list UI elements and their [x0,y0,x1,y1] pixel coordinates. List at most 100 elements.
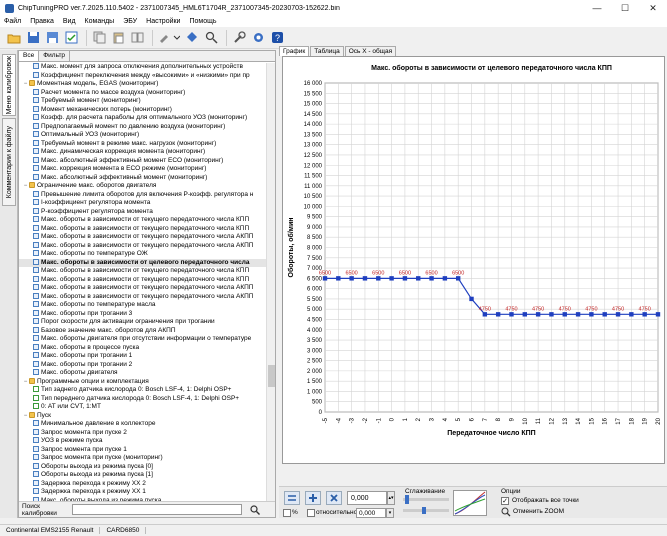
relative-spinner[interactable]: ▾ [386,508,394,518]
tree-item[interactable]: Требуемый момент в режиме макс. нагрузок… [19,140,267,149]
smoothing-slider[interactable] [403,498,449,501]
tree-item[interactable]: Макс. обороты при трогании 1 [19,352,267,361]
tree-item[interactable]: Макс. обороты двигателя [19,369,267,378]
menu-file[interactable]: Файл [4,18,21,25]
tree-item[interactable]: P-коэффициент регулятора момента [19,208,267,217]
tab-table[interactable]: Таблица [310,46,344,56]
gear-icon[interactable] [250,30,266,46]
copy-icon[interactable] [91,30,107,46]
vtab-file-comments[interactable]: Комментарии к файлу [2,118,16,206]
tree-item[interactable]: Макс. обороты в зависимости от текущего … [19,267,267,276]
smoothing-slider-handle[interactable] [405,495,409,504]
tree-item[interactable]: Макс. обороты в зависимости от текущего … [19,225,267,234]
menu-settings[interactable]: Настройки [146,18,180,25]
menu-edit[interactable]: Правка [30,18,54,25]
tree-item[interactable]: Задержка перехода к режиму ХХ 1 [19,488,267,497]
paste-icon[interactable] [110,30,126,46]
search-input[interactable] [72,504,242,515]
tree-item[interactable]: Макс. обороты в зависимости от целевого … [19,258,267,267]
tree-item[interactable]: Оптимальный УОЗ (мониторинг) [19,131,267,140]
tree-item[interactable]: Обороты выхода из режима пуска [1] [19,471,267,480]
minimize-button[interactable]: — [583,0,611,16]
tree-item[interactable]: Коэффициент переключения между «высокими… [19,72,267,81]
calibration-tree[interactable]: Макс. момент для запроса отключения допо… [19,63,267,501]
tree-item[interactable]: Минимальное давление в коллекторе [19,420,267,429]
tab-filter[interactable]: Фильтр [39,51,71,61]
chart-svg[interactable]: Макс. обороты в зависимости от целевого … [283,57,664,463]
add-button[interactable] [305,491,321,505]
save-icon[interactable] [25,30,41,46]
menu-help[interactable]: Помощь [189,18,216,25]
menu-ecu[interactable]: ЭБУ [123,18,137,25]
vtab-calibration-menu[interactable]: Меню калибровок [2,54,16,116]
tree-item[interactable]: Макс. обороты в зависимости от текущего … [19,233,267,242]
tree-item[interactable]: Макс. абсолютный эффективный момент (мон… [19,174,267,183]
tree-item[interactable]: Запрос момента при пуске 1 [19,446,267,455]
tree-item[interactable]: I-коэффициент регулятора момента [19,199,267,208]
checksum-icon[interactable] [63,30,79,46]
tree-item[interactable]: Макс. момент для запроса отключения допо… [19,63,267,72]
tree-item[interactable]: Базовое значение макс. оборотов для АКПП [19,327,267,336]
value-input[interactable]: 0,000 [347,491,387,505]
tree-item[interactable]: Макс. коррекция момента в ECO режиме (мо… [19,165,267,174]
tree-folder[interactable]: − Пуск [19,412,267,421]
flag-icon[interactable] [184,30,200,46]
tree-item[interactable]: Порог скорости для активации ограничения… [19,318,267,327]
expand-toggle-icon[interactable]: − [22,412,29,421]
search-icon[interactable] [248,504,262,516]
tree-item[interactable]: Требуемый момент (мониторинг) [19,97,267,106]
tree-item[interactable]: Предполагаемый момент по давлению воздух… [19,123,267,132]
maximize-button[interactable]: ☐ [611,0,639,16]
tab-all[interactable]: Все [19,51,40,61]
multiply-button[interactable] [326,491,342,505]
open-folder-icon[interactable] [6,30,22,46]
curve-preview[interactable] [453,490,487,516]
help-icon[interactable]: ? [269,30,285,46]
tree-item[interactable]: Макс. обороты двигателя при отсутствии и… [19,335,267,344]
expand-toggle-icon[interactable]: − [22,182,29,191]
tree-item[interactable]: Момент механических потерь (мониторинг) [19,106,267,115]
tree-item[interactable]: Обороты выхода из режима пуска [0] [19,463,267,472]
smoothing-slider-2-handle[interactable] [422,507,426,514]
relative-checkbox[interactable] [307,509,315,517]
smoothing-slider-2[interactable] [403,509,449,512]
tree-item[interactable]: Макс. обороты в зависимости от текущего … [19,242,267,251]
tree-item[interactable]: Макс. обороты в зависимости от текущего … [19,276,267,285]
tree-item[interactable]: Превышение лимита оборотов для включения… [19,191,267,200]
align-button[interactable] [284,491,300,505]
tree-folder[interactable]: − Ограничение макс. оборотов двигателя [19,182,267,191]
expand-toggle-icon[interactable]: − [22,80,29,89]
show-all-points-checkbox[interactable]: ✓ [501,497,509,505]
tab-x-axis[interactable]: Ось X - общая [344,46,397,56]
tree-folder[interactable]: − Моментная модель, EGAS (мониторинг) [19,80,267,89]
tree-item[interactable]: Макс. обороты в зависимости от текущего … [19,284,267,293]
menu-view[interactable]: Вид [63,18,76,25]
tree-item[interactable]: Тип заднего датчика кислорода 0: Bosch L… [19,386,267,395]
tree-item[interactable]: Макс. обороты в зависимости от текущего … [19,293,267,302]
tree-item[interactable]: Макс. обороты при трогании 3 [19,310,267,319]
expand-toggle-icon[interactable]: − [22,378,29,387]
tree-item[interactable]: Макс. динамическая коррекция момента (мо… [19,148,267,157]
tree-item[interactable]: Макс. обороты в зависимости от текущего … [19,216,267,225]
tree-item[interactable]: Задержка перехода к режиму ХХ 2 [19,480,267,489]
relative-input[interactable]: 0,000 [356,508,386,518]
chart-area[interactable]: Макс. обороты в зависимости от целевого … [282,56,665,464]
close-button[interactable]: ✕ [639,0,667,16]
scrollbar-thumb[interactable] [268,365,275,387]
tree-item[interactable]: Макс. обороты в процессе пуска [19,344,267,353]
tree-item[interactable]: Тип переднего датчика кислорода 0: Bosch… [19,395,267,404]
search-file-icon[interactable] [203,30,219,46]
tools-settings-icon[interactable] [231,30,247,46]
compare-icon[interactable] [129,30,145,46]
tree-item[interactable]: Расчет момента по массе воздуха (монитор… [19,89,267,98]
tree-item[interactable]: Запрос момента при пуске 2 [19,429,267,438]
value-spinner[interactable]: ▴▾ [387,491,395,505]
tree-folder[interactable]: − Программные опции и комплектация [19,378,267,387]
percent-checkbox[interactable] [283,509,291,517]
tree-item[interactable]: Макс. обороты по температуре ОЖ [19,250,267,259]
tree-item[interactable]: Макс. обороты по температуре масла [19,301,267,310]
tree-item[interactable]: Коэфф. для расчета параболы для оптималь… [19,114,267,123]
tree-item[interactable]: Макс. обороты при трогании 2 [19,361,267,370]
tab-graph[interactable]: График [279,46,310,56]
tree-scrollbar[interactable] [266,63,275,501]
